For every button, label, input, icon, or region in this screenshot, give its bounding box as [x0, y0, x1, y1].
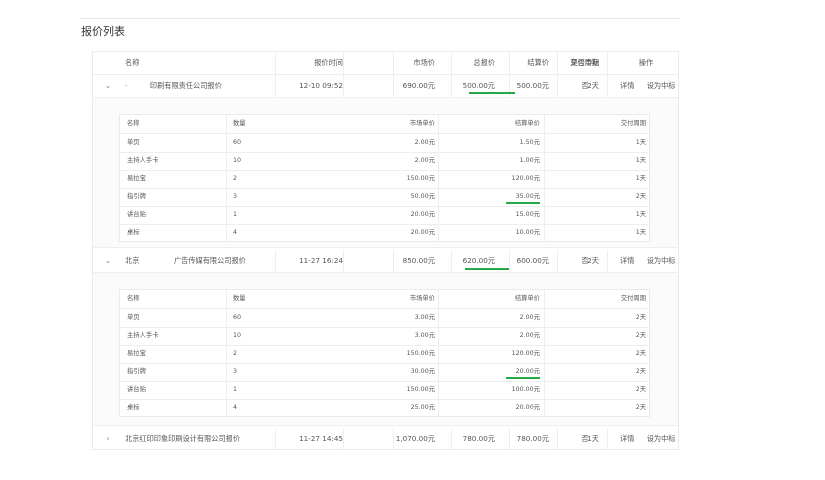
quote-name: 北京红印印象印刷设计有限公司报价: [125, 434, 241, 443]
settle-highlight: [465, 268, 509, 270]
quote-actions: 详情 设为中标: [620, 428, 685, 450]
quote-win: 否: [581, 256, 589, 265]
detail-header: 名称 数量 市场单价 结算单价 交付周期: [120, 115, 649, 133]
quote-win: 否: [581, 434, 589, 443]
quote-settle: 780.00元: [516, 434, 549, 443]
header-settle: 结算价: [527, 58, 549, 67]
list-item: 主持人手卡 10 3.00元 2.00元 2天: [120, 327, 649, 345]
chevron-right-icon[interactable]: ›: [103, 428, 113, 450]
header-name: 名称: [125, 58, 140, 67]
set-winner-link[interactable]: 设为中标: [647, 81, 676, 90]
quote-name: 北京 广告传媒有限公司报价: [125, 256, 246, 265]
table-header: 名称 报价时间 市场价 总报价 结算价 交付周期 是否中标 操作: [93, 52, 678, 74]
list-item: 讲台贴 1 150.00元 100.00元 2天: [120, 381, 649, 399]
list-item: 指引牌 3 30.00元 20.00元 2天: [120, 363, 649, 381]
page-title: 报价列表: [81, 25, 125, 38]
quote-time: 11-27 14:45: [299, 434, 343, 443]
quote-actions: 详情 设为中标: [620, 250, 685, 272]
quote-table: 名称 报价时间 市场价 总报价 结算价 交付周期 是否中标 操作 ⌄ · 印刷有…: [92, 51, 679, 450]
table-row[interactable]: ⌄ · 印刷有限责任公司报价 12-10 09:52 690.00元 500.0…: [93, 75, 678, 97]
detail-table: 名称 数量 市场单价 结算单价 交付周期 单页 60 2.00元 1.50元 1天 …: [119, 114, 650, 242]
table-row[interactable]: ⌄ 北京 广告传媒有限公司报价 11-27 16:24 850.00元 620.…: [93, 250, 678, 272]
quote-market: 850.00元: [402, 256, 435, 265]
list-item: 讲台贴 1 20.00元 15.00元 1天: [120, 206, 649, 224]
list-item: 单页 60 3.00元 2.00元 2天: [120, 309, 649, 327]
header-total: 总报价: [473, 58, 495, 67]
header-time: 报价时间: [314, 58, 343, 67]
quote-total: 780.00元: [462, 434, 495, 443]
list-item: 主持人手卡 10 2.00元 1.00元 1天: [120, 152, 649, 170]
settle-highlight: [506, 377, 540, 379]
detail-link[interactable]: 详情: [620, 81, 634, 90]
list-item: 桌标 4 25.00元 20.00元 2天: [120, 399, 649, 417]
list-item: 单页 60 2.00元 1.50元 1天: [120, 134, 649, 152]
quote-time: 12-10 09:52: [299, 81, 343, 90]
list-item: 指引牌 3 50.00元 35.00元 2天: [120, 188, 649, 206]
detail-link[interactable]: 详情: [620, 434, 634, 443]
settle-highlight: [506, 202, 540, 204]
header-op: 操作: [638, 58, 654, 67]
set-winner-link[interactable]: 设为中标: [647, 434, 676, 443]
list-item: 易拉宝 2 150.00元 120.00元 1天: [120, 170, 649, 188]
detail-panel: 名称 数量 市场单价 结算单价 交付周期 单页 60 2.00元 1.50元 1天 …: [93, 98, 678, 247]
quote-market: 1,070.00元: [395, 434, 435, 443]
detail-table: 名称 数量 市场单价 结算单价 交付周期 单页 60 3.00元 2.00元 2天 …: [119, 289, 650, 417]
header-win: 是否中标: [570, 58, 600, 67]
top-divider: [80, 18, 680, 19]
detail-header: 名称 数量 市场单价 结算单价 交付周期: [120, 290, 649, 308]
table-row[interactable]: › 北京红印印象印刷设计有限公司报价 11-27 14:45 1,070.00元…: [93, 428, 678, 450]
detail-link[interactable]: 详情: [620, 256, 634, 265]
detail-panel: 名称 数量 市场单价 结算单价 交付周期 单页 60 3.00元 2.00元 2天 …: [93, 273, 678, 425]
header-market: 市场价: [413, 58, 435, 67]
quote-win: 否: [581, 81, 589, 90]
quote-market: 690.00元: [402, 81, 435, 90]
quote-time: 11-27 16:24: [299, 256, 343, 265]
list-item: 桌标 4 20.00元 10.00元 1天: [120, 224, 649, 242]
quote-name: · 印刷有限责任公司报价: [125, 81, 222, 90]
settle-highlight: [469, 92, 515, 94]
set-winner-link[interactable]: 设为中标: [647, 256, 676, 265]
quote-actions: 详情 设为中标: [620, 75, 685, 97]
chevron-down-icon[interactable]: ⌄: [103, 75, 113, 97]
chevron-down-icon[interactable]: ⌄: [103, 250, 113, 272]
list-item: 易拉宝 2 150.00元 120.00元 2天: [120, 345, 649, 363]
